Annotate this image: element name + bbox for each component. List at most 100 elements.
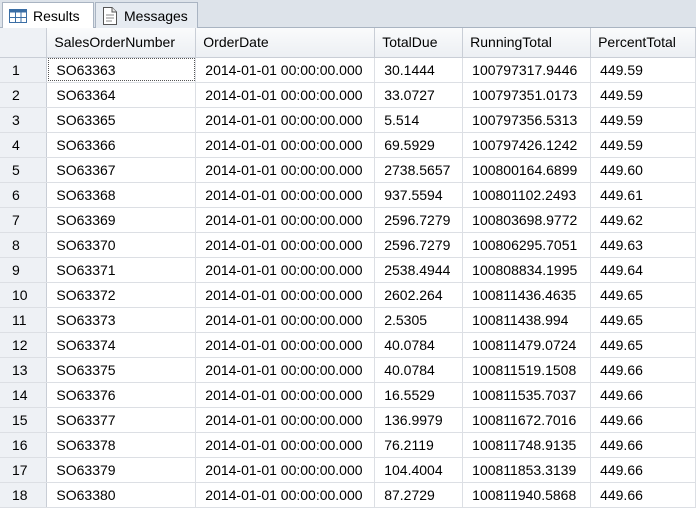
row-number[interactable]: 10 xyxy=(0,282,48,308)
grid-cell[interactable]: 76.2119 xyxy=(374,432,464,458)
grid-cell[interactable]: 449.65 xyxy=(590,282,696,308)
grid-cell[interactable]: 2602.264 xyxy=(374,282,464,308)
grid-cell[interactable]: 2014-01-01 00:00:00.000 xyxy=(195,407,376,433)
grid-cell[interactable]: 100811438.994 xyxy=(462,307,592,333)
grid-cell[interactable]: 937.5594 xyxy=(374,182,464,208)
grid-cell[interactable]: 16.5529 xyxy=(374,382,464,408)
grid-cell[interactable]: 2738.5657 xyxy=(374,157,464,183)
row-number[interactable]: 9 xyxy=(0,257,48,283)
row-number[interactable]: 12 xyxy=(0,332,48,358)
grid-cell[interactable]: 100797426.1242 xyxy=(462,132,592,158)
table-row[interactable]: 6 SO63368 2014-01-01 00:00:00.000 937.5594 1… xyxy=(0,182,696,208)
grid-cell[interactable]: 100811672.7016 xyxy=(462,407,592,433)
grid-cell[interactable]: 100797317.9446 xyxy=(462,57,592,83)
row-number[interactable]: 5 xyxy=(0,157,48,183)
tab-messages[interactable]: Messages xyxy=(95,2,198,28)
grid-cell[interactable]: 136.9979 xyxy=(374,407,464,433)
row-number[interactable]: 1 xyxy=(0,57,48,83)
grid-cell[interactable]: 449.66 xyxy=(590,407,696,433)
grid-cell[interactable]: 100811535.7037 xyxy=(462,382,592,408)
table-row[interactable]: 14 SO63376 2014-01-01 00:00:00.000 16.5529 1… xyxy=(0,382,696,408)
grid-cell[interactable]: SO63364 xyxy=(46,82,197,108)
grid-cell[interactable]: 2014-01-01 00:00:00.000 xyxy=(195,107,376,133)
table-row[interactable]: 1 SO63363 2014-01-01 00:00:00.000 30.1444 10… xyxy=(0,57,696,83)
grid-cell[interactable]: 40.0784 xyxy=(374,332,464,358)
row-number[interactable]: 2 xyxy=(0,82,48,108)
grid-cell[interactable]: 2538.4944 xyxy=(374,257,464,283)
row-number-header[interactable] xyxy=(0,28,48,58)
table-row[interactable]: 11 SO63373 2014-01-01 00:00:00.000 2.5305 10… xyxy=(0,307,696,333)
grid-cell[interactable]: 449.59 xyxy=(590,57,696,83)
grid-cell[interactable]: 449.66 xyxy=(590,432,696,458)
tab-results[interactable]: Results xyxy=(2,2,94,29)
column-header[interactable]: SalesOrderNumber xyxy=(46,28,197,58)
grid-cell[interactable]: SO63363 xyxy=(46,57,197,83)
grid-cell[interactable]: 2014-01-01 00:00:00.000 xyxy=(195,282,376,308)
grid-cell[interactable]: SO63371 xyxy=(46,257,197,283)
grid-cell[interactable]: 100811940.5868 xyxy=(462,482,592,508)
grid-cell[interactable]: 5.514 xyxy=(374,107,464,133)
grid-cell[interactable]: 2014-01-01 00:00:00.000 xyxy=(195,182,376,208)
grid-cell[interactable]: SO63368 xyxy=(46,182,197,208)
table-row[interactable]: 7 SO63369 2014-01-01 00:00:00.000 2596.7279… xyxy=(0,207,696,233)
grid-cell[interactable]: 30.1444 xyxy=(374,57,464,83)
grid-cell[interactable]: 449.60 xyxy=(590,157,696,183)
grid-cell[interactable]: SO63379 xyxy=(46,457,197,483)
row-number[interactable]: 7 xyxy=(0,207,48,233)
grid-cell[interactable]: 100811853.3139 xyxy=(462,457,592,483)
grid-cell[interactable]: 449.66 xyxy=(590,357,696,383)
grid-cell[interactable]: SO63375 xyxy=(46,357,197,383)
grid-cell[interactable]: 449.59 xyxy=(590,107,696,133)
grid-cell[interactable]: 2014-01-01 00:00:00.000 xyxy=(195,432,376,458)
grid-cell[interactable]: 2.5305 xyxy=(374,307,464,333)
grid-cell[interactable]: 449.59 xyxy=(590,132,696,158)
grid-cell[interactable]: SO63372 xyxy=(46,282,197,308)
row-number[interactable]: 3 xyxy=(0,107,48,133)
grid-cell[interactable]: 449.62 xyxy=(590,207,696,233)
grid-cell[interactable]: 2014-01-01 00:00:00.000 xyxy=(195,57,376,83)
grid-cell[interactable]: 449.65 xyxy=(590,307,696,333)
grid-cell[interactable]: 40.0784 xyxy=(374,357,464,383)
grid-cell[interactable]: 2014-01-01 00:00:00.000 xyxy=(195,457,376,483)
grid-cell[interactable]: SO63380 xyxy=(46,482,197,508)
grid-cell[interactable]: 100806295.7051 xyxy=(462,232,592,258)
grid-cell[interactable]: 449.64 xyxy=(590,257,696,283)
grid-cell[interactable]: 2014-01-01 00:00:00.000 xyxy=(195,207,376,233)
grid-cell[interactable]: SO63367 xyxy=(46,157,197,183)
grid-cell[interactable]: SO63365 xyxy=(46,107,197,133)
grid-cell[interactable]: 100811479.0724 xyxy=(462,332,592,358)
grid-cell[interactable]: 2014-01-01 00:00:00.000 xyxy=(195,232,376,258)
table-row[interactable]: 2 SO63364 2014-01-01 00:00:00.000 33.0727 10… xyxy=(0,82,696,108)
grid-cell[interactable]: 2014-01-01 00:00:00.000 xyxy=(195,157,376,183)
grid-cell[interactable]: 449.61 xyxy=(590,182,696,208)
column-header[interactable]: RunningTotal xyxy=(462,28,592,58)
table-row[interactable]: 8 SO63370 2014-01-01 00:00:00.000 2596.7279… xyxy=(0,232,696,258)
table-row[interactable]: 3 SO63365 2014-01-01 00:00:00.000 5.514 1007… xyxy=(0,107,696,133)
table-row[interactable]: 18 SO63380 2014-01-01 00:00:00.000 87.2729 1… xyxy=(0,482,696,508)
grid-cell[interactable]: 2014-01-01 00:00:00.000 xyxy=(195,82,376,108)
grid-cell[interactable]: 100800164.6899 xyxy=(462,157,592,183)
grid-cell[interactable]: SO63370 xyxy=(46,232,197,258)
grid-cell[interactable]: 2014-01-01 00:00:00.000 xyxy=(195,257,376,283)
table-row[interactable]: 12 SO63374 2014-01-01 00:00:00.000 40.0784 1… xyxy=(0,332,696,358)
column-header[interactable]: PercentTotal xyxy=(590,28,696,58)
table-row[interactable]: 4 SO63366 2014-01-01 00:00:00.000 69.5929 10… xyxy=(0,132,696,158)
grid-cell[interactable]: 100808834.1995 xyxy=(462,257,592,283)
grid-cell[interactable]: 449.66 xyxy=(590,382,696,408)
grid-cell[interactable]: 2014-01-01 00:00:00.000 xyxy=(195,482,376,508)
grid-cell[interactable]: SO63377 xyxy=(46,407,197,433)
row-number[interactable]: 11 xyxy=(0,307,48,333)
grid-cell[interactable]: SO63374 xyxy=(46,332,197,358)
grid-cell[interactable]: 449.59 xyxy=(590,82,696,108)
grid-cell[interactable]: 2596.7279 xyxy=(374,207,464,233)
grid-cell[interactable]: 449.63 xyxy=(590,232,696,258)
row-number[interactable]: 13 xyxy=(0,357,48,383)
grid-cell[interactable]: 100797351.0173 xyxy=(462,82,592,108)
grid-cell[interactable]: 449.65 xyxy=(590,332,696,358)
results-grid[interactable]: SalesOrderNumber OrderDate TotalDue Running… xyxy=(0,28,696,515)
row-number[interactable]: 17 xyxy=(0,457,48,483)
grid-cell[interactable]: 100803698.9772 xyxy=(462,207,592,233)
grid-cell[interactable]: 2014-01-01 00:00:00.000 xyxy=(195,332,376,358)
grid-cell[interactable]: 104.4004 xyxy=(374,457,464,483)
row-number[interactable]: 16 xyxy=(0,432,48,458)
